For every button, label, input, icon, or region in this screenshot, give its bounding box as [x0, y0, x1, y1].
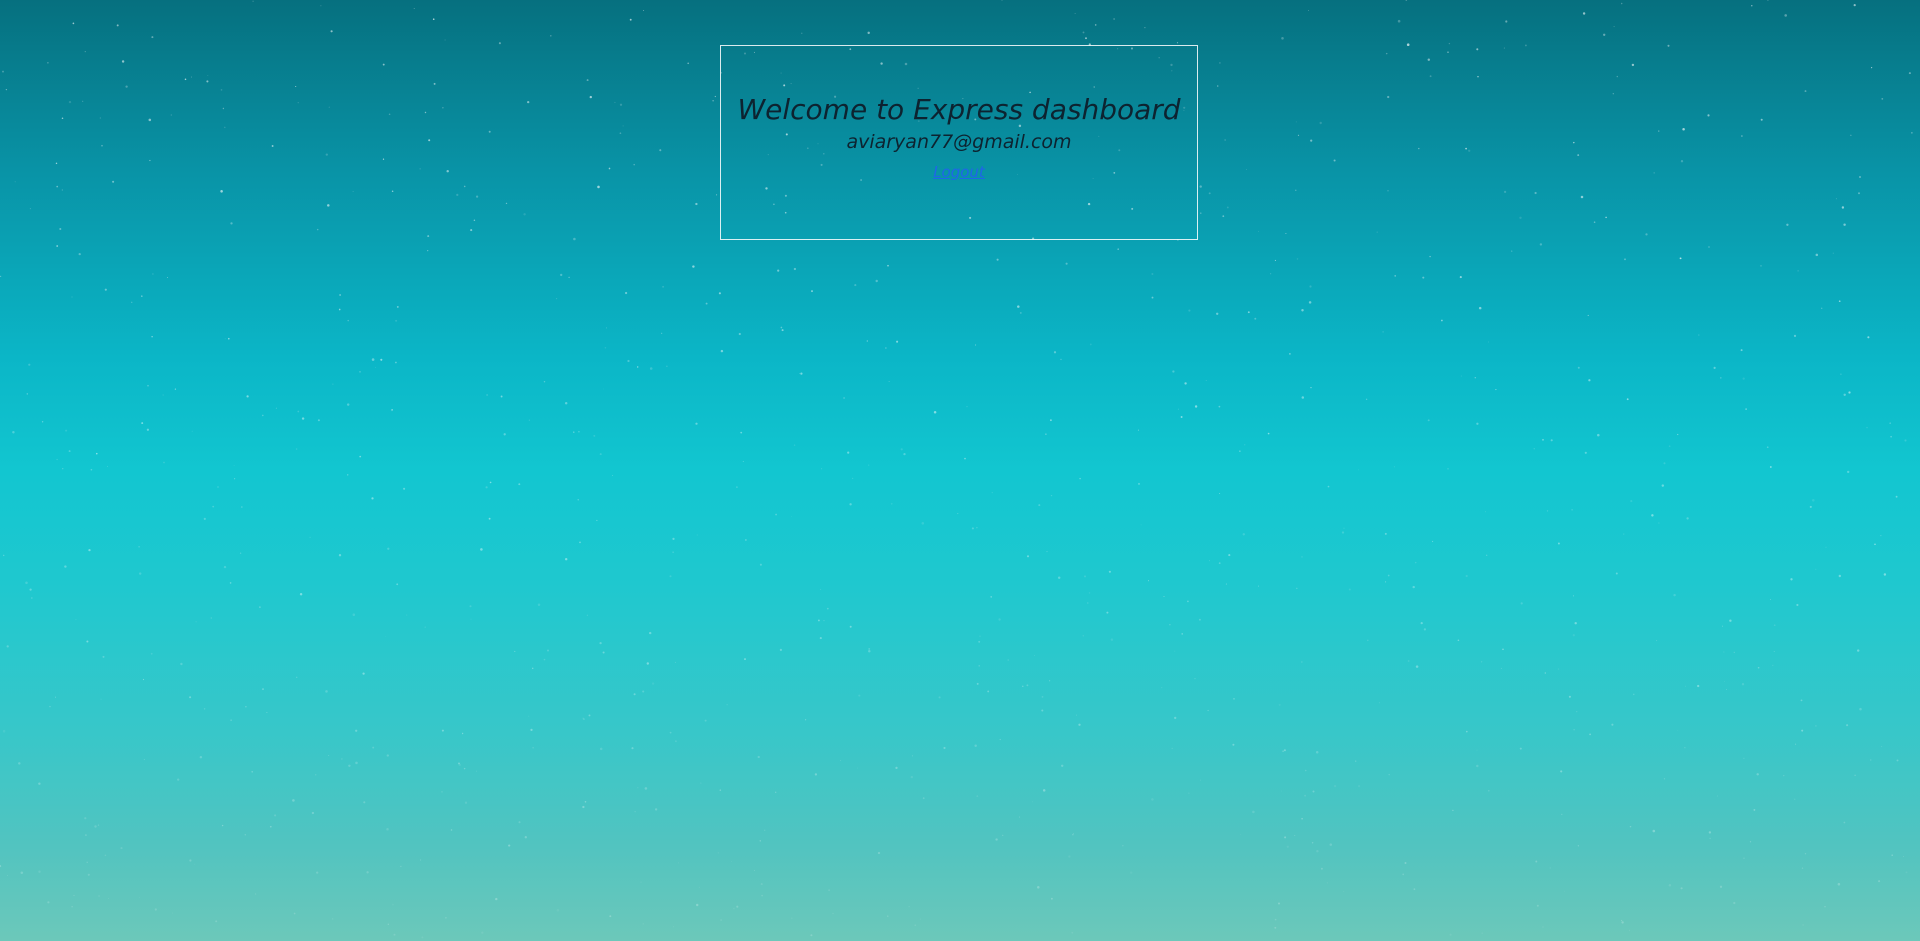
page-title: Welcome to Express dashboard [737, 93, 1181, 126]
logout-link[interactable]: Logout [933, 163, 985, 181]
user-email: aviaryan77@gmail.com [846, 131, 1072, 153]
dashboard-card: Welcome to Express dashboard aviaryan77@… [720, 45, 1198, 240]
